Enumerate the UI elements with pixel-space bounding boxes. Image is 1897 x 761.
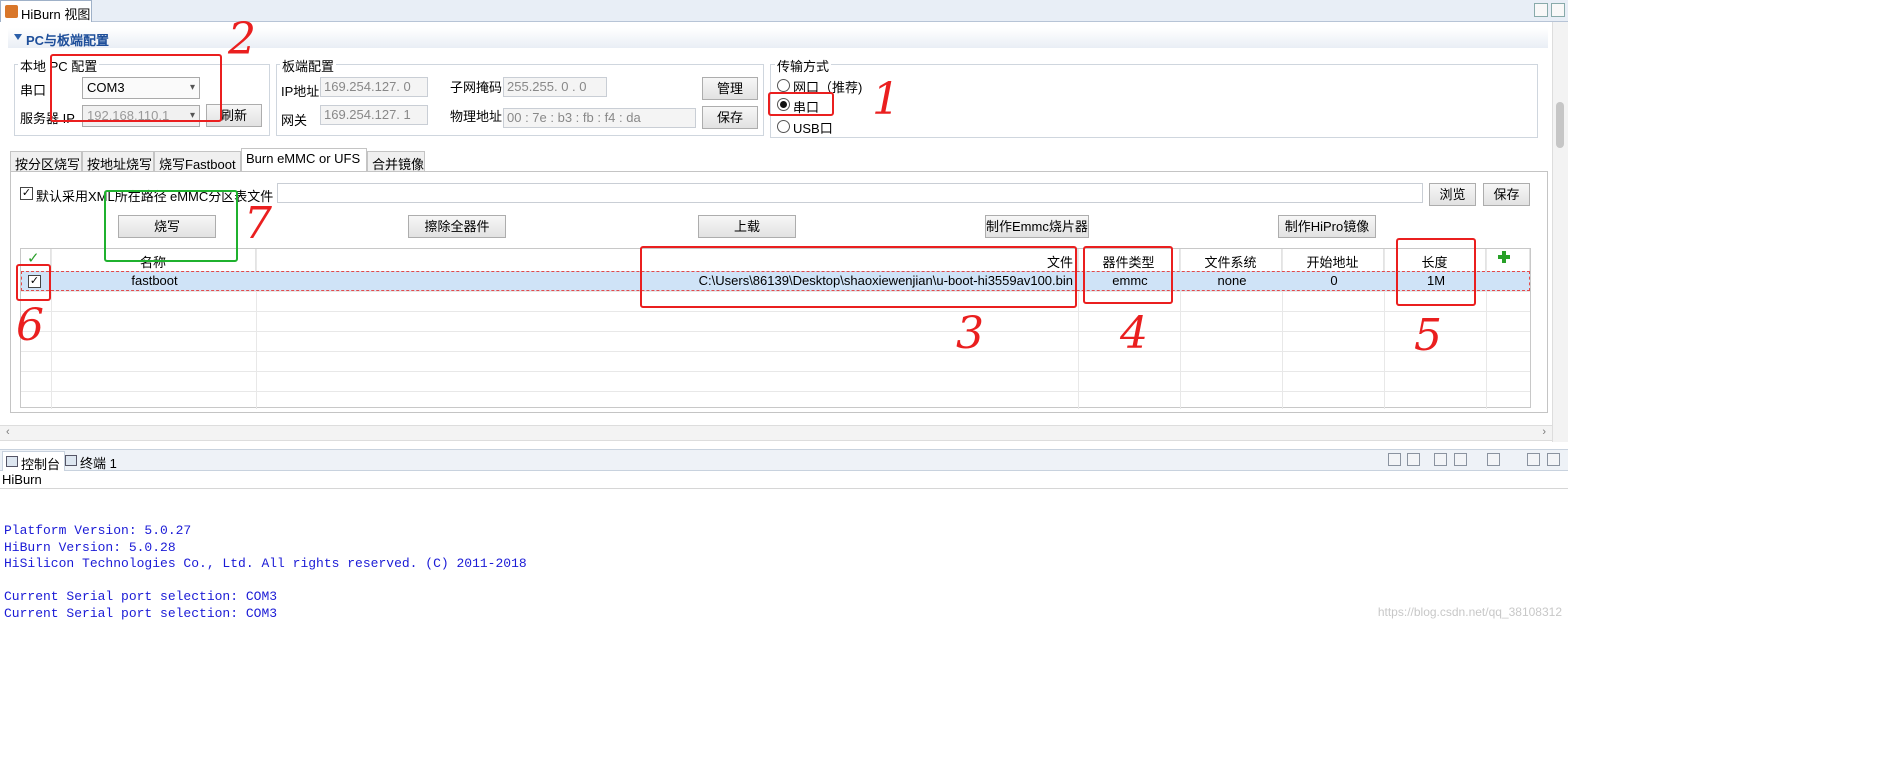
radio-network[interactable] (777, 79, 790, 92)
tab-console[interactable]: 控制台 (2, 451, 66, 472)
annotation-box-serial (50, 54, 222, 122)
ip-field[interactable]: 169.254.127. 0 (320, 77, 428, 97)
radio-usb[interactable] (777, 120, 790, 133)
tab-address-burn[interactable]: 按地址烧写 (82, 151, 154, 172)
tab-burn-emmc-ufs[interactable]: Burn eMMC or UFS (241, 148, 367, 171)
add-row-header[interactable] (1486, 249, 1530, 271)
minimize-icon[interactable] (1534, 3, 1548, 17)
manage-button[interactable]: 管理 (702, 77, 758, 100)
scroll-right-icon[interactable]: › (1542, 426, 1546, 438)
minimize-view-icon[interactable] (1527, 453, 1540, 466)
empty-table-row[interactable] (21, 351, 1530, 371)
mac-label: 物理地址 (450, 109, 503, 124)
hiburn-app-icon (5, 5, 18, 18)
annotation-box-burn (104, 190, 238, 262)
collapse-triangle-icon[interactable] (14, 34, 22, 40)
serial-label: 串口 (20, 83, 47, 98)
row-name: fastboot (131, 273, 178, 288)
subnet-label: 子网掩码 (450, 80, 503, 95)
add-icon[interactable] (1498, 251, 1510, 263)
console-title: HiBurn (2, 472, 42, 487)
console-line: Current Serial port selection: COM3 (4, 589, 278, 604)
scroll-left-icon[interactable]: ‹ (6, 426, 10, 438)
console-line: Current Serial port selection: COM3 (4, 606, 278, 621)
pin-console-icon[interactable] (1434, 453, 1447, 466)
open-console-icon[interactable] (1487, 453, 1500, 466)
annotation-number-4: 4 (1120, 308, 1148, 359)
gateway-label: 网关 (281, 113, 308, 128)
tab-partition-burn[interactable]: 按分区烧写 (10, 151, 82, 172)
empty-table-row[interactable] (21, 371, 1530, 391)
console-icon (6, 456, 18, 467)
empty-table-row[interactable] (21, 311, 1530, 331)
empty-table-row[interactable] (21, 331, 1530, 351)
annotation-box-transfer (768, 92, 834, 116)
upload-button[interactable]: 上载 (698, 215, 796, 238)
subnet-field[interactable]: 255.255. 0 . 0 (503, 77, 607, 97)
annotation-box-file (640, 246, 1077, 308)
tab-console-label: 控制台 (21, 457, 61, 472)
make-emmc-image-button[interactable]: 制作Emmc烧片器镜像 (985, 215, 1089, 238)
maximize-view-icon[interactable] (1547, 453, 1560, 466)
view-tab-title: HiBurn 视图 (21, 7, 91, 22)
use-xml-path-checkbox[interactable]: ✓ (20, 187, 33, 200)
make-hipro-image-button[interactable]: 制作HiPro镜像 (1278, 215, 1376, 238)
console-line: HiSilicon Technologies Co., Ltd. All rig… (4, 556, 527, 571)
scroll-thumb[interactable] (1556, 102, 1564, 148)
hiburn-view-tab[interactable]: HiBurn 视图 (0, 0, 92, 22)
annotation-box-checkbox (16, 264, 51, 301)
annotation-number-5: 5 (1414, 310, 1442, 361)
radio-usb-label: USB口 (793, 121, 833, 136)
watermark: https://blog.csdn.net/qq_38108312 (1377, 605, 1562, 619)
tab-merge-image[interactable]: 合并镜像 (367, 151, 425, 172)
console-view-tabs: 控制台 终端 1 (0, 449, 1568, 472)
console-divider (0, 488, 1568, 489)
annotation-number-2: 2 (228, 14, 256, 65)
row-filesystem: none (1217, 273, 1247, 288)
console-line: Platform Version: 5.0.27 (4, 523, 192, 538)
section-title: PC与板端配置 (26, 33, 110, 48)
toolbar-save-button[interactable]: 保存 (1483, 183, 1530, 206)
emmc-table-field[interactable] (277, 183, 1423, 203)
transfer-group-label: 传输方式 (775, 56, 832, 75)
tab-fastboot-burn[interactable]: 烧写Fastboot (154, 151, 241, 172)
annotation-number-7: 7 (244, 198, 272, 249)
scroll-lock-icon[interactable] (1407, 453, 1420, 466)
horizontal-scrollbar[interactable]: ‹ › (0, 425, 1568, 441)
annotation-number-6: 6 (16, 300, 44, 351)
tab-terminal-label: 终端 1 (80, 456, 117, 471)
maximize-icon[interactable] (1551, 3, 1565, 17)
empty-table-row[interactable] (21, 391, 1530, 411)
annotation-number-3: 3 (956, 308, 984, 359)
mac-field[interactable]: 00 : 7e : b3 : fb : f4 : da (503, 108, 696, 128)
gateway-field[interactable]: 169.254.127. 1 (320, 105, 428, 125)
ip-label: IP地址 (281, 84, 320, 99)
terminal-icon (65, 455, 77, 466)
header-start-address: 开始地址 (1282, 249, 1384, 271)
board-save-button[interactable]: 保存 (702, 106, 758, 129)
header-filesystem: 文件系统 (1180, 249, 1282, 271)
console-line: HiBurn Version: 5.0.28 (4, 540, 176, 555)
annotation-box-length (1396, 238, 1476, 306)
clear-console-icon[interactable] (1388, 453, 1401, 466)
annotation-box-device (1083, 246, 1173, 304)
tab-terminal[interactable]: 终端 1 (62, 451, 121, 471)
row-start-address: 0 (1330, 273, 1338, 288)
browse-button[interactable]: 浏览 (1429, 183, 1476, 206)
vertical-scrollbar[interactable] (1552, 22, 1568, 442)
erase-all-button[interactable]: 擦除全器件 (408, 215, 506, 238)
annotation-number-1: 1 (872, 74, 900, 125)
display-console-icon[interactable] (1454, 453, 1467, 466)
board-group-label: 板端配置 (280, 56, 337, 75)
make-emmc-image-label: 制作Emmc烧片器镜像 (986, 219, 1088, 234)
